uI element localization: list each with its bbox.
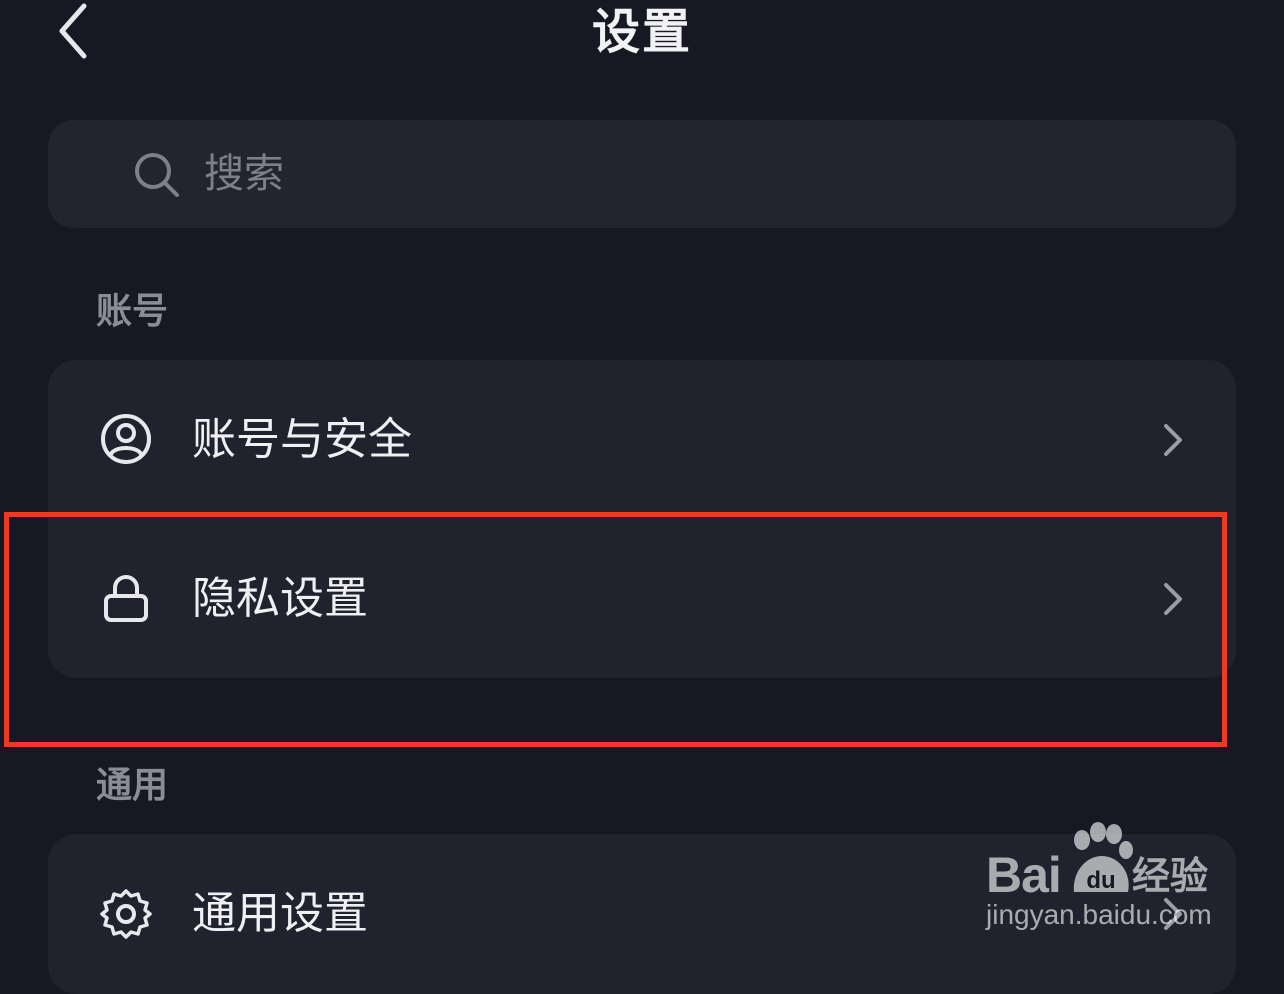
row-label-account-security: 账号与安全 xyxy=(192,414,412,465)
settings-row-account-security[interactable]: 账号与安全 xyxy=(48,360,1236,519)
account-settings-card: 账号与安全 隐私设置 xyxy=(48,360,1236,678)
section-title-account: 账号 xyxy=(96,291,169,332)
lock-icon xyxy=(104,575,148,622)
gear-icon xyxy=(100,889,152,939)
section-title-general: 通用 xyxy=(96,765,169,806)
search-input[interactable] xyxy=(204,120,1244,228)
row-label-general: 通用设置 xyxy=(192,888,368,939)
row-label-privacy: 隐私设置 xyxy=(192,573,368,624)
page-title: 设置 xyxy=(591,4,692,60)
user-circle-icon xyxy=(101,414,151,464)
settings-row-general[interactable]: 通用设置 xyxy=(48,834,1236,993)
chevron-right-icon xyxy=(1164,583,1182,615)
chevron-right-icon xyxy=(1164,898,1182,930)
settings-row-privacy[interactable]: 隐私设置 xyxy=(48,519,1236,678)
search-bar[interactable] xyxy=(48,120,1244,228)
search-icon xyxy=(135,153,179,197)
chevron-right-icon xyxy=(1164,424,1182,456)
general-settings-card: 通用设置 xyxy=(48,834,1236,994)
